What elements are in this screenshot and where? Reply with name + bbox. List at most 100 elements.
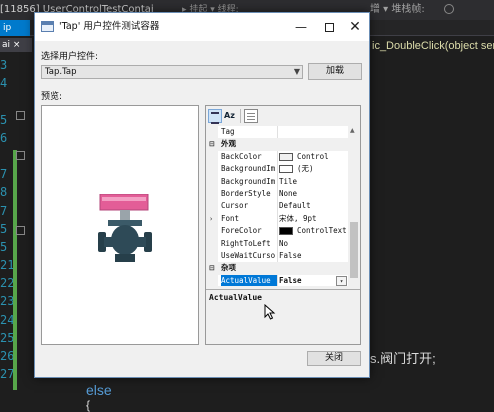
user-control-test-container-dialog: 'Tap' 用户控件测试容器 — ✕ 选择用户控件: Tap.Tap ▼ 加载 … xyxy=(34,12,370,378)
code-brace[interactable]: { xyxy=(86,398,90,412)
chevron-down-icon[interactable]: ▾ xyxy=(336,275,347,286)
collapse-icon[interactable]: ⊟ xyxy=(209,138,215,150)
line-number: 3 xyxy=(0,58,8,72)
property-value[interactable]: Default xyxy=(279,200,349,212)
ide-file-tab[interactable]: ai × xyxy=(0,38,32,52)
row-margin xyxy=(206,150,218,164)
maximize-button[interactable] xyxy=(315,13,343,41)
dialog-title-bar[interactable]: 'Tap' 用户控件测试容器 — ✕ xyxy=(35,13,369,41)
scroll-up-icon[interactable]: ▲ xyxy=(350,127,355,134)
row-margin xyxy=(206,200,218,213)
line-number xyxy=(0,147,12,165)
property-name: Cursor xyxy=(221,201,249,211)
minimize-button[interactable]: — xyxy=(287,13,315,41)
valve-actuator-highlight xyxy=(102,197,146,201)
property-value[interactable]: False xyxy=(279,250,349,262)
property-row[interactable]: BackgroundIm (无) xyxy=(206,163,349,176)
property-grid: Az Tag ⊟ 外观 BackColor Control Background… xyxy=(205,105,361,345)
column-divider xyxy=(277,250,278,263)
property-name: UseWaitCurso xyxy=(221,251,276,260)
property-name: Tag xyxy=(221,127,235,136)
alphabetical-sort-icon[interactable]: Az xyxy=(224,109,238,123)
line-number: 26 xyxy=(0,349,15,363)
column-divider xyxy=(277,274,278,286)
property-value-cell[interactable]: Control xyxy=(279,151,349,163)
column-divider xyxy=(277,237,278,250)
ide-active-tab[interactable]: ip xyxy=(0,20,30,36)
property-grid-scrollbar[interactable]: ▲ xyxy=(348,126,360,286)
scrollbar-thumb[interactable] xyxy=(350,222,358,278)
property-category[interactable]: ⊟ 杂项 xyxy=(206,262,348,275)
line-number: 22 xyxy=(0,276,15,291)
property-name: ForeColor xyxy=(221,226,262,236)
code-line[interactable]: ic_DoubleClick(object sender xyxy=(372,40,494,52)
property-value[interactable]: 宋体, 9pt xyxy=(279,213,349,225)
dialog-title: 'Tap' 用户控件测试容器 xyxy=(59,21,160,32)
row-margin xyxy=(206,250,218,263)
row-margin xyxy=(206,126,218,139)
line-number xyxy=(0,92,12,110)
code-line[interactable]: s.阀门打开; xyxy=(370,348,436,367)
column-divider xyxy=(277,175,278,188)
property-row[interactable]: RightToLeft No xyxy=(206,237,349,250)
property-row[interactable]: BorderStyle None xyxy=(206,188,349,201)
property-row[interactable]: Tag xyxy=(206,126,348,139)
property-name: BackgroundIm xyxy=(221,164,276,174)
line-number: 24 xyxy=(0,312,15,327)
valve-control-image[interactable] xyxy=(98,194,152,264)
expand-icon[interactable]: › xyxy=(209,213,213,225)
line-number: 7 xyxy=(0,167,8,182)
property-value[interactable]: No xyxy=(279,238,349,250)
property-value-cell[interactable]: ControlText xyxy=(279,225,349,237)
collapse-icon[interactable]: ⊟ xyxy=(209,262,215,274)
line-number: 6 xyxy=(0,130,8,145)
code-keyword-else[interactable]: else xyxy=(86,382,112,398)
collapse-icon[interactable] xyxy=(16,151,25,160)
property-name: BackColor xyxy=(221,151,262,161)
color-swatch xyxy=(279,227,293,236)
color-swatch xyxy=(279,152,293,161)
mouse-cursor-icon xyxy=(264,304,276,320)
property-row[interactable]: › Font 宋体, 9pt xyxy=(206,212,349,226)
property-value-cell[interactable]: (无) xyxy=(279,163,349,175)
chevron-down-icon: ▼ xyxy=(293,67,300,76)
property-row[interactable]: UseWaitCurso False xyxy=(206,250,349,263)
column-divider xyxy=(277,225,278,238)
collapse-icon[interactable] xyxy=(16,111,25,120)
user-control-select[interactable]: Tap.Tap ▼ xyxy=(41,65,303,79)
search-icon[interactable] xyxy=(444,4,454,14)
column-divider xyxy=(277,200,278,213)
row-margin xyxy=(206,188,218,201)
line-number: 5 xyxy=(0,239,8,254)
valve-pipe xyxy=(104,237,146,247)
column-divider xyxy=(277,163,278,176)
category-name: 外观 xyxy=(221,139,236,149)
ide-stack-frame-label[interactable]: 增 ▾ 堆栈帧: xyxy=(370,0,425,20)
property-grid-rows: Tag ⊟ 外观 BackColor Control BackgroundIm xyxy=(206,126,360,286)
property-value[interactable]: None xyxy=(279,188,349,200)
property-row[interactable]: ForeColor ControlText xyxy=(206,225,349,238)
property-name: BackgroundIm xyxy=(221,176,276,186)
property-value: (无) xyxy=(297,164,314,174)
property-name: BorderStyle xyxy=(221,189,271,198)
property-category[interactable]: ⊟ 外观 xyxy=(206,138,348,151)
window-app-icon xyxy=(41,21,54,32)
property-pages-icon[interactable] xyxy=(244,109,258,123)
property-row[interactable]: Cursor Default xyxy=(206,200,349,213)
row-margin xyxy=(206,237,218,250)
preview-label: 预览: xyxy=(41,92,63,102)
property-row-selected[interactable]: ActualValue False ▾ xyxy=(206,274,348,286)
property-row[interactable]: BackColor Control xyxy=(206,150,349,164)
valve-actuator xyxy=(99,194,149,211)
property-value[interactable]: Tile xyxy=(279,176,349,188)
select-control-label: 选择用户控件: xyxy=(41,52,99,62)
load-button[interactable]: 加载 xyxy=(308,63,362,80)
close-window-button[interactable]: ✕ xyxy=(341,13,369,41)
line-number: 21 xyxy=(0,258,15,273)
collapse-icon[interactable] xyxy=(16,226,25,235)
categorized-icon[interactable] xyxy=(208,109,222,124)
category-name: 杂项 xyxy=(221,263,236,273)
line-number: 5 xyxy=(0,221,8,236)
close-button[interactable]: 关闭 xyxy=(307,351,361,366)
property-row[interactable]: BackgroundIm Tile xyxy=(206,175,349,188)
